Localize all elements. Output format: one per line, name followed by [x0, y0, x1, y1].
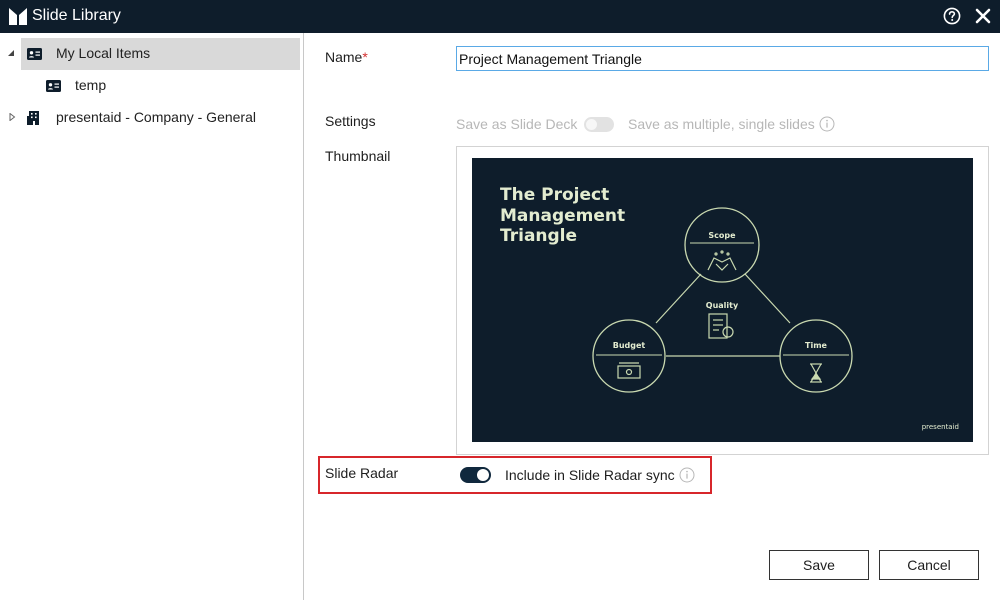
scope-label: Scope: [708, 231, 736, 240]
title-bar: Slide Library: [0, 0, 1000, 33]
save-as-deck-toggle[interactable]: [584, 117, 614, 132]
thumb-title-line1: The Project: [500, 185, 609, 205]
help-icon[interactable]: [943, 7, 961, 25]
tree-item-label: presentaid - Company - General: [56, 109, 256, 125]
contact-card-icon: [27, 48, 42, 60]
thumb-title-line2: Management: [500, 206, 625, 226]
save-button[interactable]: Save: [769, 550, 869, 580]
settings-label: Settings: [325, 113, 376, 129]
slide-thumbnail[interactable]: The Project Management Triangle Scope Qu…: [472, 158, 973, 442]
name-input[interactable]: [456, 46, 989, 71]
presentaid-logo-icon: [9, 8, 27, 25]
slide-radar-sync-label: Include in Slide Radar sync: [505, 467, 675, 483]
save-as-deck-label: Save as Slide Deck: [456, 116, 578, 132]
tree-item-label: My Local Items: [56, 45, 151, 61]
info-icon[interactable]: [679, 467, 695, 483]
time-label: Time: [805, 341, 828, 350]
tree-item-presentaid-company-general[interactable]: presentaid - Company - General: [9, 102, 300, 134]
tree-item-label: temp: [75, 77, 107, 93]
info-icon[interactable]: [819, 116, 835, 132]
library-tree: My Local Items temp presentaid - Company…: [0, 33, 304, 600]
contact-card-icon: [46, 80, 61, 92]
name-label-text: Name: [325, 49, 363, 65]
slide-radar-sync-toggle[interactable]: [460, 467, 491, 483]
tree-item-temp[interactable]: temp: [21, 70, 300, 102]
collapsed-arrow-icon[interactable]: [8, 113, 16, 121]
thumbnail-label: Thumbnail: [325, 148, 391, 164]
window-title: Slide Library: [32, 7, 121, 24]
cancel-button[interactable]: Cancel: [879, 550, 979, 580]
building-icon: [27, 111, 39, 125]
quality-label: Quality: [706, 301, 739, 310]
close-icon[interactable]: [975, 8, 991, 24]
name-label: Name*: [325, 49, 368, 65]
thumb-title-line3: Triangle: [500, 226, 577, 246]
slide-radar-label: Slide Radar: [325, 465, 399, 481]
expanded-arrow-icon[interactable]: [7, 49, 15, 57]
required-mark: *: [362, 49, 368, 65]
save-as-multiple-label: Save as multiple, single slides: [628, 116, 815, 132]
tree-item-my-local-items[interactable]: My Local Items: [8, 38, 300, 70]
budget-label: Budget: [613, 341, 646, 350]
brand-logo-text: presentaid: [922, 423, 959, 431]
